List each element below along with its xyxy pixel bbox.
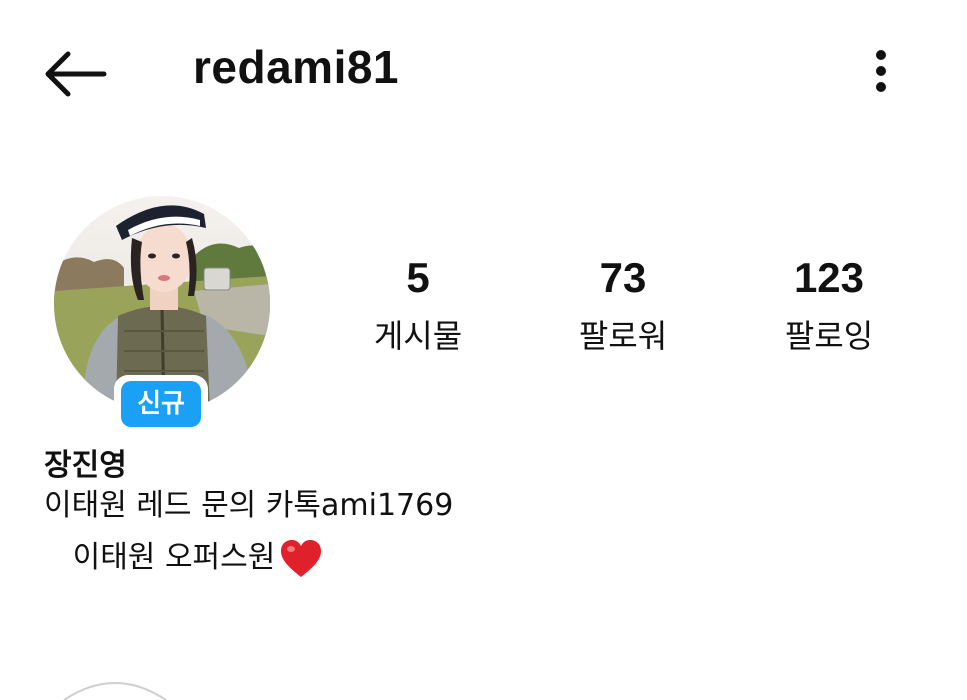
posts-count[interactable]: 5 게시물 [333,252,503,358]
more-vertical-icon [876,50,886,60]
followers-count[interactable]: 73 팔로워 [538,252,708,358]
arrow-left-icon [45,51,107,97]
followers-label: 팔로워 [578,317,668,355]
display-name: 장진영 [44,448,127,483]
top-bar: redami81 [0,0,967,145]
heart-icon [281,539,322,577]
followers-number: 73 [599,254,647,301]
bio-line-2: 이태원 오퍼스원 [44,538,323,579]
following-label: 팔로잉 [784,317,874,355]
new-badge-label: 신규 [121,381,201,427]
profile-username: redami81 [193,41,400,93]
bio-line-1: 이태원 레드 문의 카톡ami1769 [44,488,454,523]
back-button[interactable] [40,46,110,102]
more-dot [876,82,886,92]
more-options-button[interactable] [860,44,904,100]
bio-line-2-text: 이태원 오퍼스원 [44,540,276,575]
posts-label: 게시물 [373,317,463,355]
posts-number: 5 [406,254,430,301]
new-badge: 신규 [114,375,208,433]
following-number: 123 [793,254,865,301]
following-count[interactable]: 123 팔로잉 [744,252,914,358]
more-dot [876,66,886,76]
story-highlight-edge [63,682,167,700]
